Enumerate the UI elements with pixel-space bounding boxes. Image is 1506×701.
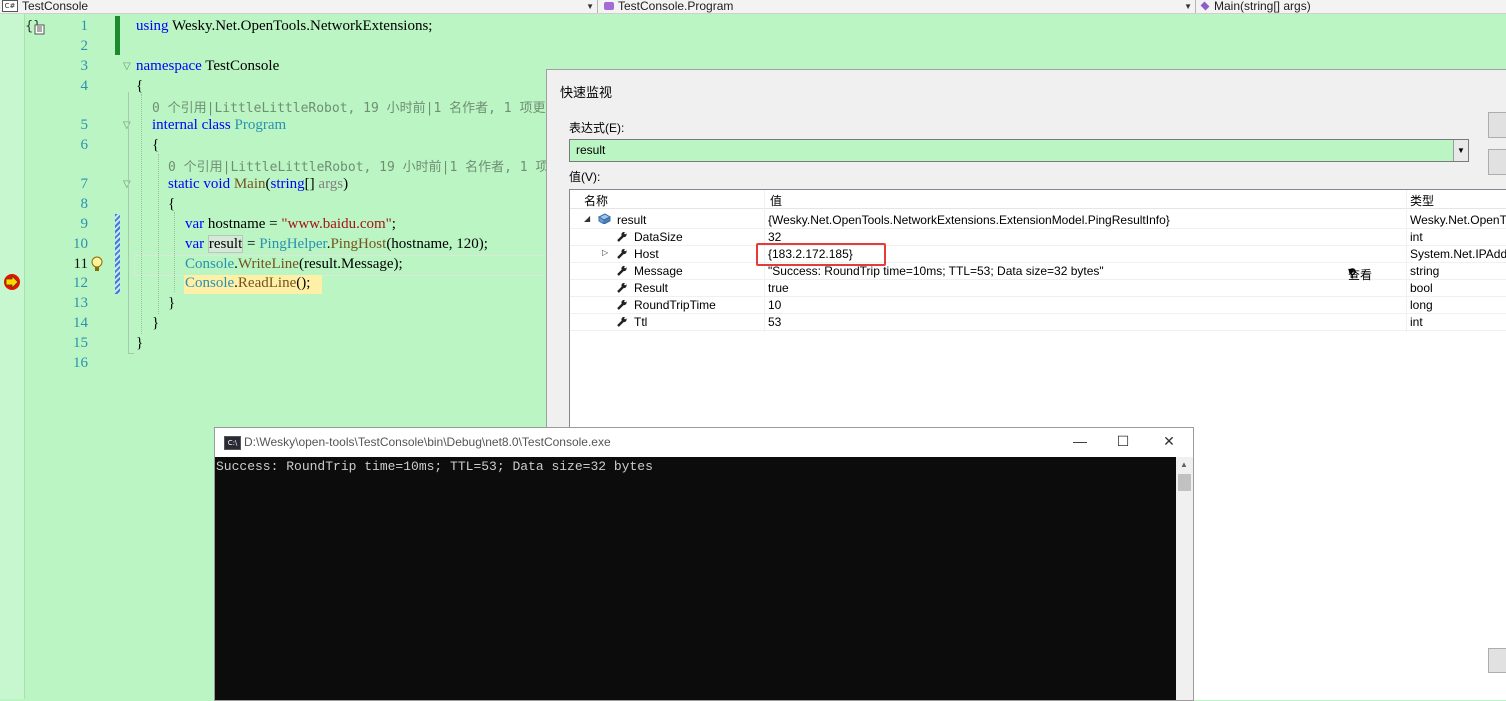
table-row[interactable]: Result true bool [570,279,1506,297]
value-label: 值(V): [569,170,601,184]
line-number: 5 [80,117,89,133]
maximize-button[interactable]: ☐ [1113,433,1133,451]
chevron-down-icon[interactable]: ▼ [1453,140,1468,161]
line-number: 6 [80,137,89,153]
collapse-toggle[interactable]: ▽ [123,61,131,72]
minimize-button[interactable]: — [1070,433,1090,451]
table-row[interactable]: Message "Success: RoundTrip time=10ms; T… [570,262,1506,282]
member-label: Main(string[] args) [1214,0,1311,13]
member-dropdown[interactable]: Main(string[] args) [1200,0,1506,13]
codelens-references[interactable]: 0 个引用|LittleLittleRobot, 19 小时前|1 名作者, 1… [152,97,558,116]
unsaved-change-bar [115,214,120,294]
table-row[interactable]: ◢ result {Wesky.Net.OpenTools.NetworkExt… [570,211,1506,229]
table-row[interactable]: DataSize 32 int [570,228,1506,246]
code-line-8: { [168,196,176,212]
wrench-icon [617,316,627,327]
scrollbar-thumb[interactable] [1178,474,1191,491]
code-line-9: var hostname = "www.baidu.com"; [185,216,396,232]
collapse-toggle[interactable]: ▽ [123,120,131,131]
class-label: TestConsole.Program [618,0,734,13]
expand-arrow-icon[interactable]: ▷ [602,248,608,257]
line-number: 9 [80,216,89,232]
object-icon [598,213,611,224]
glyph-margin[interactable] [0,14,25,699]
chevron-down-icon: ▼ [586,2,594,11]
table-row[interactable]: Ttl 53 int [570,313,1506,331]
console-output: Success: RoundTrip time=10ms; TTL=53; Da… [216,459,653,474]
collapse-toggle[interactable]: ▽ [123,179,131,190]
method-icon [1200,1,1210,10]
chevron-down-icon: ▼ [1184,2,1192,11]
line-number: 11 [73,256,88,272]
console-title: D:\Wesky\open-tools\TestConsole\bin\Debu… [244,435,611,449]
code-line-4: { [136,78,144,94]
line-number: 10 [73,236,88,252]
column-header-type[interactable]: 类型 [1410,192,1434,209]
table-row[interactable]: RoundTripTime 10 long [570,296,1506,314]
code-line-15: } [136,335,144,351]
vertical-scrollbar[interactable]: ▲ [1176,457,1193,700]
wrench-icon [617,231,627,242]
csharp-project-icon: C# [2,0,18,12]
saved-change-bar [115,16,120,55]
grid-header: 名称 值 类型 [570,190,1506,209]
line-number: 7 [80,176,89,192]
line-number: 15 [73,335,88,351]
console-output-area[interactable]: Success: RoundTrip time=10ms; TTL=53; Da… [215,457,1176,700]
class-dropdown[interactable]: TestConsole.Program ▼ [604,0,1192,13]
wrench-icon [617,282,627,293]
column-header-value[interactable]: 值 [770,192,782,209]
project-dropdown[interactable]: C# TestConsole ▼ [2,0,594,13]
scroll-up-icon[interactable]: ▲ [1180,460,1188,469]
close-button[interactable] [1488,648,1506,673]
line-number: 1 [80,18,89,34]
line-number: 2 [80,38,89,54]
dialog-title: 快速监视 [560,85,613,100]
expression-value[interactable]: result [576,143,605,157]
wrench-icon [617,299,627,310]
code-line-11: Console.WriteLine(result.Message); [185,256,403,272]
line-number: 4 [80,78,89,94]
code-line-5: internal class Program [152,117,287,133]
expression-label: 表达式(E): [569,121,625,135]
line-number: 13 [73,295,88,311]
code-line-7: static void Main(string[] args) [168,176,349,192]
code-line-1: using Wesky.Net.OpenTools.NetworkExtensi… [136,18,433,34]
project-label: TestConsole [22,0,89,13]
peek-definition-icon: {} [25,18,47,39]
visualizer-button[interactable]: ⚲ 查看 ▾ [1348,264,1372,282]
code-line-13: } [168,295,176,311]
code-line-14: } [152,315,160,331]
line-number: 8 [80,196,89,212]
lightbulb-icon[interactable] [90,255,104,273]
console-app-icon: C:\ [224,436,241,450]
wrench-icon [617,265,627,276]
code-line-6: { [152,137,160,153]
codelens-references[interactable]: 0 个引用|LittleLittleRobot, 19 小时前|1 名作者, 1… [168,156,574,175]
class-icon [604,1,614,10]
code-line-3: namespace TestConsole [136,58,280,74]
line-number: 14 [73,315,88,331]
line-number: 16 [73,355,88,371]
wrench-icon [617,248,627,259]
console-titlebar[interactable]: C:\ D:\Wesky\open-tools\TestConsole\bin\… [215,428,1193,457]
add-watch-button[interactable] [1488,149,1506,175]
highlight-annotation-box [756,243,886,266]
code-line-10: var result = PingHelper.PingHost(hostnam… [185,235,488,253]
close-button[interactable]: ✕ [1159,433,1179,451]
console-window: C:\ D:\Wesky\open-tools\TestConsole\bin\… [214,427,1194,701]
expression-combobox[interactable]: result ▼ [569,139,1469,162]
line-number: 12 [73,275,88,291]
column-header-name[interactable]: 名称 [584,192,608,209]
collapse-arrow-icon[interactable]: ◢ [584,214,590,223]
code-line-12: Console.ReadLine(); [185,275,311,291]
reevaluate-button[interactable] [1488,112,1506,138]
breakpoint-current-statement-icon[interactable] [3,273,21,291]
navigation-bar: C# TestConsole ▼ TestConsole.Program ▼ M… [0,0,1506,14]
line-number: 3 [80,58,89,74]
table-row[interactable]: ▷ Host {183.2.172.185} System.Net.IPAddr [570,245,1506,263]
